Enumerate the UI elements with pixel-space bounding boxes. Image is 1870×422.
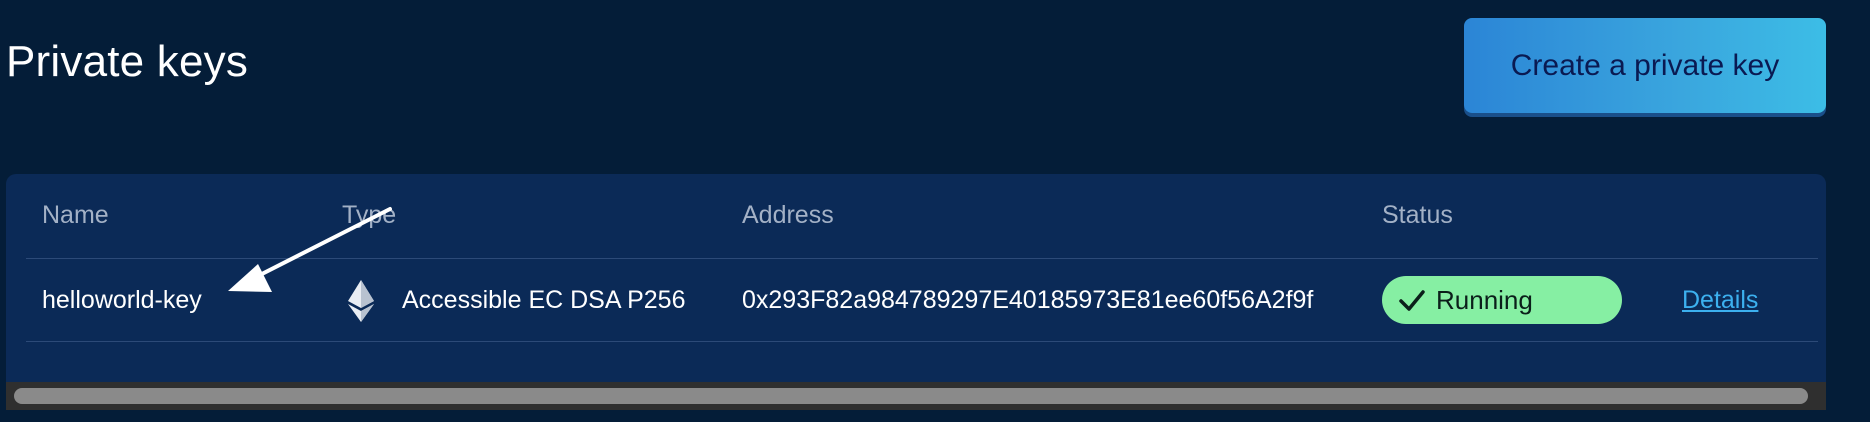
private-keys-page: Private keys Create a private key Name T… bbox=[0, 0, 1870, 422]
status-label: Running bbox=[1436, 284, 1533, 315]
create-private-key-button[interactable]: Create a private key bbox=[1464, 18, 1826, 113]
row-divider bbox=[26, 341, 1818, 342]
key-address-cell: 0x293F82a984789297E40185973E81ee60f56A2f… bbox=[742, 286, 1314, 314]
header-divider bbox=[26, 258, 1818, 259]
key-name-cell: helloworld-key bbox=[42, 286, 202, 314]
column-header-status: Status bbox=[1382, 201, 1453, 229]
check-icon bbox=[1399, 290, 1425, 311]
ethereum-icon bbox=[348, 280, 374, 322]
key-type-cell: Accessible EC DSA P256 bbox=[402, 286, 686, 314]
status-badge: Running bbox=[1382, 276, 1622, 324]
column-header-name: Name bbox=[42, 201, 109, 229]
page-title: Private keys bbox=[6, 37, 249, 86]
details-link[interactable]: Details bbox=[1682, 283, 1758, 317]
column-header-type: Type bbox=[342, 201, 397, 229]
scrollbar-thumb[interactable] bbox=[14, 388, 1808, 404]
column-header-address: Address bbox=[742, 201, 834, 229]
